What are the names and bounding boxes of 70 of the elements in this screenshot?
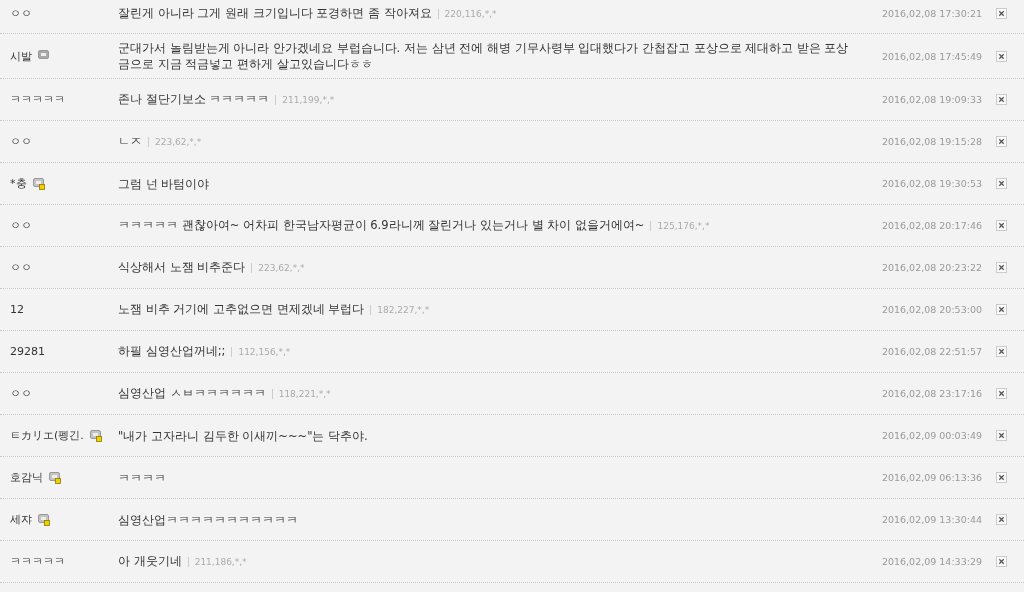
comment-date: 2016,02,08 19:09:33 xyxy=(880,94,983,105)
commenter-name[interactable]: *충 xyxy=(10,176,27,191)
comment-date: 2016,02,09 06:13:36 xyxy=(880,472,983,483)
comment-text: 하필 심영산업꺼네;; xyxy=(118,344,226,358)
comment-text: 잘린게 아니라 그게 원래 크기입니다 포경하면 좀 작아져요 xyxy=(118,6,432,20)
ip-address: 182,227,*,* xyxy=(370,305,430,315)
comment-date: 2016,02,09 00:03:49 xyxy=(880,430,983,441)
comment-date: 2016,02,09 14:33:29 xyxy=(880,556,983,567)
commenter-name[interactable]: ㅇㅇ xyxy=(10,260,32,275)
ip-address: 223,62,*,* xyxy=(148,137,202,147)
comment-date: 2016,02,08 22:51:57 xyxy=(880,346,983,357)
commenter-name[interactable]: 29281 xyxy=(10,345,45,358)
ip-address: 112,156,*,* xyxy=(231,347,291,357)
commenter-name[interactable]: ㅋㅋㅋㅋㅋ xyxy=(10,92,65,107)
comment-text: ㅋㅋㅋㅋㅋ 괜찮아여~ 어차피 한국남자평균이 6.9라니께 잘린거나 있는거나 별 차이 없을거에여~ xyxy=(118,218,645,232)
comment-text: "내가 고자라니 김두한 이새끼~~~"는 닥추야. xyxy=(118,428,368,443)
commenter-name[interactable]: ㅇㅇ xyxy=(10,386,32,401)
close-icon[interactable] xyxy=(996,50,1007,62)
gallog-icon[interactable] xyxy=(38,50,50,62)
comment-text: 아 개웃기네 xyxy=(118,554,182,568)
gallog-icon[interactable] xyxy=(49,471,61,484)
close-icon[interactable] xyxy=(996,556,1007,567)
ip-address: 118,221,*,* xyxy=(271,389,331,399)
comment-text: 군대가서 놀림받는게 아니라 안가겠네요 부럽습니다. 저는 삼년 전에 해병 기무사령부 입대했다가 간첩잡고 포상으로 제대하고 받은 포상금으로 지금 적금넣고 편하게 살고있습니다ㅎㅎ xyxy=(118,41,849,71)
commenter-name[interactable]: ㅇㅇ xyxy=(10,218,32,233)
commenter-name[interactable]: 12 xyxy=(10,303,24,316)
ip-address: 211,199,*,* xyxy=(275,95,335,105)
comment-text: 노잼 비추 거기에 고추없으면 면제겠네 부럽다 xyxy=(118,302,365,316)
gallog-icon[interactable] xyxy=(38,513,50,526)
close-icon[interactable] xyxy=(996,430,1007,441)
comment-date: 2016,02,08 23:17:16 xyxy=(880,388,983,399)
commenter-name[interactable]: 호감닉 xyxy=(10,470,43,485)
comment-date: 2016,02,08 20:17:46 xyxy=(880,220,983,231)
commenter-name[interactable]: 세쟈 xyxy=(10,512,32,527)
close-icon[interactable] xyxy=(996,262,1007,273)
close-icon[interactable] xyxy=(996,8,1007,19)
ip-address: 220,116,*,* xyxy=(437,9,497,19)
comment-text: 식상해서 노잼 비추준다 xyxy=(118,260,246,274)
gallog-icon[interactable] xyxy=(89,429,102,442)
commenter-name[interactable]: ㅇㅇ xyxy=(10,6,32,21)
close-icon[interactable] xyxy=(996,304,1007,315)
comment-date: 2016,02,08 17:45:49 xyxy=(880,50,983,62)
comment-date: 2016,02,08 19:30:53 xyxy=(880,178,983,189)
comment-text: 그럼 넌 바텀이야 xyxy=(118,176,210,191)
commenter-name[interactable]: 시발 xyxy=(10,48,32,64)
comment-text: 존나 절단기보소 ㅋㅋㅋㅋㅋ xyxy=(118,92,270,106)
close-icon[interactable] xyxy=(996,136,1007,147)
commenter-name[interactable]: ㅋㅋㅋㅋㅋ xyxy=(10,554,65,569)
commenter-name[interactable]: ㅌカリエ(펭긴. xyxy=(10,428,84,443)
comment-date: 2016,02,09 13:30:44 xyxy=(880,514,983,525)
close-icon[interactable] xyxy=(996,346,1007,357)
close-icon[interactable] xyxy=(996,514,1007,525)
gallog-icon[interactable] xyxy=(32,177,45,190)
close-icon[interactable] xyxy=(996,94,1007,105)
comment-text: ㄴㅈ xyxy=(118,134,142,148)
comment-date: 2016,02,08 17:30:21 xyxy=(880,8,983,19)
comment-text: 심영산업ㅋㅋㅋㅋㅋㅋㅋㅋㅋㅋㅋ xyxy=(118,512,298,527)
commenter-name[interactable]: ㅇㅇ xyxy=(10,134,32,149)
close-icon[interactable] xyxy=(996,388,1007,399)
comment-text: 심영산업 ㅅㅂㅋㅋㅋㅋㅋㅋ xyxy=(118,386,266,400)
close-icon[interactable] xyxy=(996,178,1007,189)
comment-text: ㅋㅋㅋㅋ xyxy=(118,470,166,485)
close-icon[interactable] xyxy=(996,220,1007,231)
comment-date: 2016,02,08 19:15:28 xyxy=(880,136,983,147)
ip-address: 125,176,*,* xyxy=(650,221,710,231)
close-icon[interactable] xyxy=(996,472,1007,483)
comment-date: 2016,02,08 20:23:22 xyxy=(880,262,983,273)
ip-address: 223,62,*,* xyxy=(251,263,305,273)
comment-date: 2016,02,08 20:53:00 xyxy=(880,304,983,315)
ip-address: 211,186,*,* xyxy=(187,557,247,567)
